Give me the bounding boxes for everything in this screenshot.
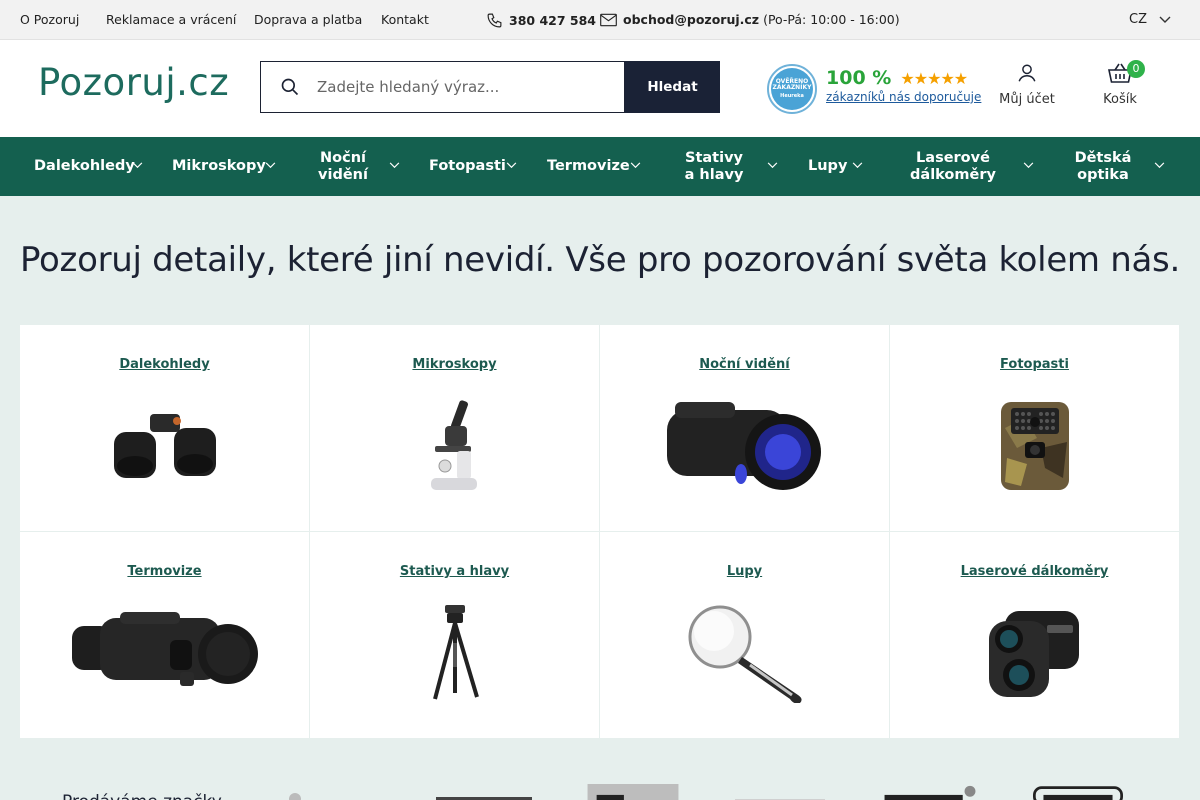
nav-item-mikroskopy[interactable]: Mikroskopy — [172, 137, 266, 196]
hero-title: Pozoruj detaily, které jiní nevidí. Vše … — [20, 240, 1180, 280]
category-link[interactable]: Noční vidění — [600, 357, 889, 372]
topbar-phone[interactable]: 380 427 584 — [486, 12, 596, 29]
microscope-image[interactable] — [310, 391, 599, 501]
category-tile-mikroskopy[interactable]: Mikroskopy — [310, 325, 599, 531]
cart-button[interactable]: 0 Košík — [1101, 60, 1145, 107]
category-tile-dalekohledy[interactable]: Dalekohledy — [20, 325, 309, 531]
category-tile-lupy[interactable]: Lupy — [600, 532, 889, 738]
brands-strip: Prodáváme značky — [0, 760, 1200, 800]
language-code: CZ — [1129, 12, 1147, 27]
night-vision-image[interactable] — [600, 391, 889, 501]
category-tile-fotopasti[interactable]: Fotopasti — [890, 325, 1179, 531]
brand-logo[interactable] — [583, 784, 683, 800]
tripod-image[interactable] — [310, 598, 599, 708]
brands-heading: Prodáváme značky — [62, 792, 222, 800]
top-bar: O Pozoruj Reklamace a vrácení Doprava a … — [0, 0, 1200, 40]
nav-item-lupy[interactable]: Lupy — [808, 137, 847, 196]
category-tile-nocni-videni[interactable]: Noční vidění — [600, 325, 889, 531]
rating-recommend-link[interactable]: zákazníků nás doporučuje — [826, 90, 981, 104]
site-header: Pozoruj.cz Hledat OVĚŘENO ZÁKAZNÍKY Heur… — [0, 40, 1200, 137]
opening-hours: (Po-Pá: 10:00 - 16:00) — [763, 12, 900, 27]
category-link[interactable]: Fotopasti — [890, 357, 1179, 372]
search-input[interactable] — [317, 74, 607, 100]
category-tile-termovize[interactable]: Termovize — [20, 532, 309, 738]
nav-item-laserove-dalkomery[interactable]: Laserové dálkoměry — [908, 137, 998, 196]
topbar-link-about[interactable]: O Pozoruj — [20, 12, 79, 27]
topbar-link-returns[interactable]: Reklamace a vrácení — [106, 12, 236, 27]
chevron-down-icon — [132, 162, 143, 169]
category-link[interactable]: Mikroskopy — [310, 357, 599, 372]
account-label: Můj účet — [999, 92, 1055, 107]
customer-rating: 100 % ★★★★★ zákazníků nás doporučuje — [826, 67, 981, 104]
chevron-down-icon — [1154, 162, 1165, 169]
chevron-down-icon — [506, 162, 517, 169]
nav-item-stativy[interactable]: Stativy a hlavy — [678, 137, 750, 196]
chevron-down-icon — [767, 162, 778, 169]
search-box — [260, 61, 625, 113]
nav-item-nocni-videni[interactable]: Noční vidění — [318, 137, 368, 196]
chevron-down-icon — [389, 162, 400, 169]
trail-camera-image[interactable] — [890, 391, 1179, 501]
rating-stars: ★★★★★ — [900, 68, 968, 88]
nav-item-detska-optika[interactable]: Dětská optika — [1074, 137, 1132, 196]
chevron-down-icon — [630, 162, 641, 169]
category-link[interactable]: Dalekohledy — [20, 357, 309, 372]
category-link[interactable]: Lupy — [600, 564, 889, 579]
category-link[interactable]: Laserové dálkoměry — [890, 564, 1179, 579]
main-navigation: Dalekohledy Mikroskopy Noční vidění Foto… — [0, 137, 1200, 196]
cart-count-badge: 0 — [1127, 60, 1145, 78]
topbar-link-contact[interactable]: Kontakt — [381, 12, 429, 27]
site-logo[interactable]: Pozoruj.cz — [38, 64, 229, 101]
category-link[interactable]: Stativy a hlavy — [310, 564, 599, 579]
search-icon — [281, 78, 299, 96]
chevron-down-icon — [1023, 162, 1034, 169]
language-selector[interactable]: CZ — [1129, 12, 1171, 27]
topbar-link-shipping[interactable]: Doprava a platba — [254, 12, 362, 27]
thermal-scope-image[interactable] — [20, 598, 309, 708]
magnifier-image[interactable] — [600, 598, 889, 708]
chevron-down-icon — [852, 162, 863, 169]
category-tile-stativy[interactable]: Stativy a hlavy — [310, 532, 599, 738]
nav-item-fotopasti[interactable]: Fotopasti — [429, 137, 506, 196]
user-icon — [1018, 64, 1036, 82]
category-link[interactable]: Termovize — [20, 564, 309, 579]
brand-logo[interactable] — [1030, 784, 1126, 800]
nav-item-termovize[interactable]: Termovize — [547, 137, 630, 196]
brand-logo[interactable] — [285, 785, 305, 800]
phone-icon — [487, 13, 502, 28]
category-tile-laserove-dalkomery[interactable]: Laserové dálkoměry — [890, 532, 1179, 738]
email-address: obchod@pozoruj.cz — [623, 12, 760, 27]
account-button[interactable]: Můj účet — [998, 62, 1056, 107]
search-button[interactable]: Hledat — [625, 61, 720, 113]
brand-logo[interactable] — [436, 785, 536, 800]
chevron-down-icon — [265, 162, 276, 169]
phone-number: 380 427 584 — [509, 13, 596, 28]
mail-icon — [600, 13, 617, 26]
nav-item-dalekohledy[interactable]: Dalekohledy — [34, 137, 135, 196]
chevron-down-icon — [1159, 16, 1171, 23]
rating-percent: 100 % — [826, 67, 892, 89]
brand-logo[interactable] — [880, 784, 980, 800]
heureka-verified-badge[interactable]: OVĚŘENO ZÁKAZNÍKY Heureka — [767, 64, 817, 114]
binoculars-image[interactable] — [20, 391, 309, 501]
topbar-email[interactable]: obchod@pozoruj.cz (Po-Pá: 10:00 - 16:00) — [600, 12, 900, 27]
rangefinder-image[interactable] — [890, 598, 1179, 708]
cart-label: Košík — [1103, 92, 1137, 107]
category-grid: Dalekohledy Mikroskopy Noční vidění Foto… — [20, 325, 1180, 739]
brand-logo[interactable] — [735, 785, 825, 800]
